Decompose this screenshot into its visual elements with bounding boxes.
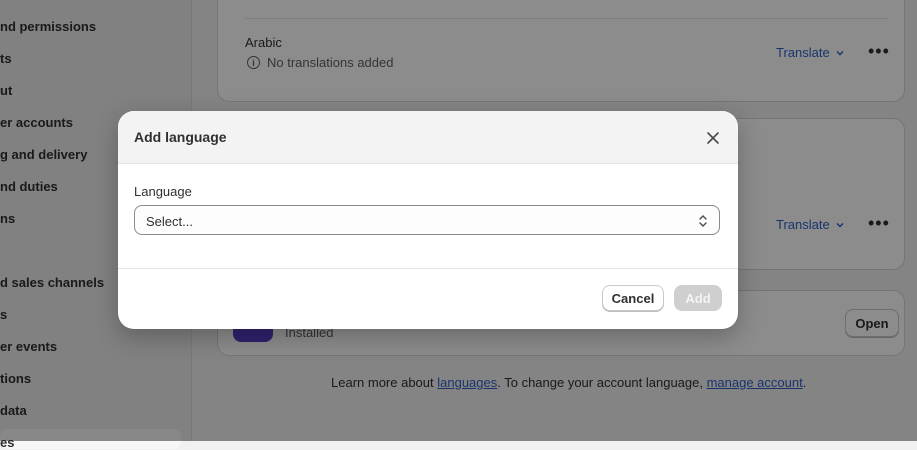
language-field-label: Language (134, 184, 192, 199)
add-button[interactable]: Add (674, 285, 722, 311)
language-select[interactable]: Select... (134, 205, 720, 235)
language-select-value: Select... (146, 214, 193, 229)
modal-header: Add language (118, 111, 738, 164)
modal-body: Language Select... (118, 164, 738, 269)
close-button[interactable] (702, 127, 724, 149)
modal-title: Add language (134, 129, 227, 145)
close-icon (707, 132, 719, 144)
select-chevrons-icon (699, 215, 707, 227)
cancel-button[interactable]: Cancel (602, 285, 664, 311)
add-language-modal: Add language Language Select... Cancel A… (118, 111, 738, 329)
